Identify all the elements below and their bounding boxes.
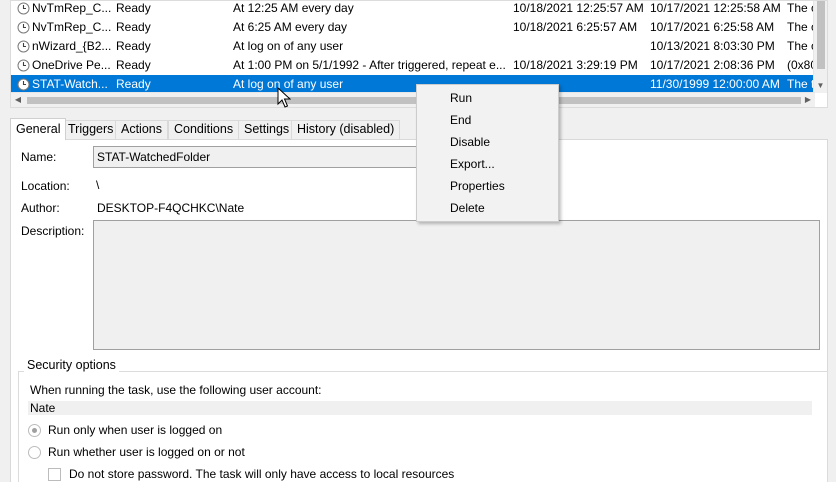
task-name-cell: NvTmRep_C... xyxy=(32,1,112,15)
tab-triggers[interactable]: Triggers xyxy=(62,120,120,139)
task-name-cell: OneDrive Pe... xyxy=(32,58,111,72)
vertical-scroll-thumb[interactable] xyxy=(817,1,825,69)
run-only-logged-on-radio[interactable] xyxy=(28,424,41,437)
description-label: Description: xyxy=(21,224,85,238)
author-value: DESKTOP-F4QCHKC\Nate xyxy=(97,201,245,215)
clock-task-icon xyxy=(15,1,31,18)
menu-item-export[interactable]: Export... xyxy=(418,153,557,175)
do-not-store-password-checkbox[interactable] xyxy=(48,468,61,481)
menu-item-run[interactable]: Run xyxy=(418,87,557,109)
task-next-run-cell: 10/18/2021 12:25:57 AM xyxy=(513,1,644,15)
clock-task-icon xyxy=(15,56,31,75)
task-status-cell: Ready xyxy=(116,39,151,53)
menu-item-delete[interactable]: Delete xyxy=(418,197,557,219)
menu-item-properties[interactable]: Properties xyxy=(418,175,557,197)
tab-general[interactable]: General xyxy=(10,118,67,140)
menu-item-disable[interactable]: Disable xyxy=(418,131,557,153)
task-name-cell: NvTmRep_C... xyxy=(32,20,112,34)
menu-item-end[interactable]: End xyxy=(418,109,557,131)
scroll-down-icon[interactable]: ▼ xyxy=(814,79,827,93)
scroll-left-icon[interactable]: ◀ xyxy=(11,93,25,107)
tab-conditions[interactable]: Conditions xyxy=(168,120,240,139)
task-row[interactable]: NvTmRep_C... Ready At 12:25 AM every day 10… xyxy=(11,1,815,18)
user-account-field: Nate xyxy=(28,401,812,415)
security-options-title: Security options xyxy=(24,358,119,372)
task-trigger-cell: At 12:25 AM every day xyxy=(233,1,354,15)
horizontal-scrollbar[interactable]: ◀ ▶ xyxy=(11,92,815,107)
task-trigger-cell: At 6:25 AM every day xyxy=(233,20,348,34)
context-menu: Run End Disable Export... Properties Del… xyxy=(416,84,559,222)
tab-settings[interactable]: Settings xyxy=(238,120,296,139)
task-status-cell: Ready xyxy=(116,58,151,72)
task-last-run-cell: 10/13/2021 8:03:30 PM xyxy=(650,39,775,53)
task-last-run-cell: 10/17/2021 2:08:36 PM xyxy=(650,58,775,72)
run-whether-logged-on-label[interactable]: Run whether user is logged on or not xyxy=(48,445,245,459)
location-label: Location: xyxy=(21,179,70,193)
task-row[interactable]: nWizard_{B2... Ready At log on of any user… xyxy=(11,37,815,56)
location-value: \ xyxy=(96,178,100,192)
name-field[interactable]: STAT-WatchedFolder xyxy=(93,146,428,168)
task-last-run-cell: 10/17/2021 6:25:58 AM xyxy=(650,20,775,34)
tab-history[interactable]: History (disabled) xyxy=(291,120,401,139)
author-label: Author: xyxy=(21,201,60,215)
scroll-right-icon[interactable]: ▶ xyxy=(801,93,815,107)
clock-task-icon xyxy=(15,37,31,56)
task-row[interactable]: NvTmRep_C... Ready At 6:25 AM every day 10/… xyxy=(11,18,815,37)
task-next-run-cell: 10/18/2021 6:25:57 AM xyxy=(513,20,638,34)
task-status-cell: Ready xyxy=(116,20,151,34)
task-result-cell: (0x80 xyxy=(787,58,815,72)
description-field[interactable] xyxy=(93,220,820,350)
task-result-cell: The o xyxy=(787,20,815,34)
account-prompt: When running the task, use the following… xyxy=(30,383,322,397)
mouse-pointer-icon xyxy=(277,87,291,108)
task-next-run-cell: 10/18/2021 3:29:19 PM xyxy=(513,58,638,72)
name-label: Name: xyxy=(21,150,57,164)
task-result-cell: The o xyxy=(787,1,815,15)
task-trigger-cell: At 1:00 PM on 5/1/1992 - After triggered… xyxy=(233,58,506,72)
horizontal-scroll-thumb[interactable] xyxy=(27,97,801,104)
run-whether-logged-on-radio[interactable] xyxy=(28,446,41,459)
task-status-cell: Ready xyxy=(116,1,151,15)
task-last-run-cell: 10/17/2021 12:25:58 AM xyxy=(650,1,781,15)
vertical-scrollbar[interactable]: ▼ xyxy=(813,1,827,93)
task-trigger-cell: At log on of any user xyxy=(233,39,344,53)
task-result-cell: The o xyxy=(787,39,815,53)
run-only-logged-on-label[interactable]: Run only when user is logged on xyxy=(48,423,222,437)
tab-actions[interactable]: Actions xyxy=(115,120,168,139)
task-row[interactable]: OneDrive Pe... Ready At 1:00 PM on 5/1/199… xyxy=(11,56,815,75)
do-not-store-password-label[interactable]: Do not store password. The task will onl… xyxy=(69,467,454,481)
clock-task-icon xyxy=(15,18,31,37)
task-name-cell: nWizard_{B2... xyxy=(32,39,112,53)
